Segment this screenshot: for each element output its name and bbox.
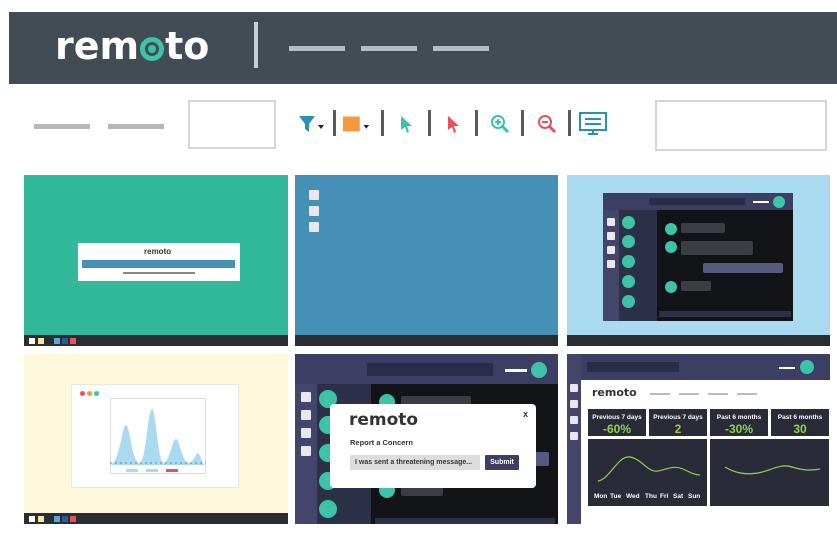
desktop-icon[interactable]	[309, 190, 319, 200]
stat-card: Past 6 months -30%	[710, 409, 768, 436]
pointer-button[interactable]	[391, 110, 421, 138]
chart-area	[110, 409, 206, 465]
session-tile-desktop[interactable]	[295, 175, 558, 346]
zoom-in-icon	[491, 115, 510, 134]
zoom-out-icon	[538, 115, 557, 134]
stat-card: Past 6 months 30	[771, 409, 829, 436]
desktop-icon[interactable]	[309, 206, 319, 216]
report-dialog: remoto x Report a Concern I was sent a t…	[330, 404, 536, 488]
pointer-icon	[401, 116, 412, 133]
toolbar-separator	[568, 110, 571, 136]
color-picker-button[interactable]	[341, 110, 371, 138]
taskbar	[24, 335, 288, 346]
zoom-out-button[interactable]	[532, 110, 562, 138]
stat-card: Previous 7 days 2	[649, 409, 707, 436]
nav-item-2[interactable]	[361, 46, 417, 51]
pointer-red-icon	[448, 116, 459, 133]
filter-input[interactable]	[188, 100, 276, 149]
dialog-close-button[interactable]: x	[523, 409, 528, 419]
toolbar-separator	[428, 110, 431, 136]
nav-item-1[interactable]	[289, 46, 345, 51]
taskbar	[24, 513, 288, 524]
toolbar-item-2[interactable]	[108, 124, 164, 129]
submit-button[interactable]: Submit	[485, 455, 519, 470]
session-tile-report[interactable]: remoto x Report a Concern I was sent a t…	[295, 354, 558, 524]
session-tile-chat[interactable]	[567, 175, 830, 346]
brand-logo-text-a: rem	[55, 24, 140, 68]
stat-card: Previous 7 days -60%	[588, 409, 646, 436]
toolbar-separator	[381, 110, 384, 136]
dialog-brand: remoto	[349, 410, 419, 430]
color-swatch-icon	[342, 116, 370, 132]
toolbar-separator	[521, 110, 524, 136]
login-card: remoto	[78, 243, 240, 281]
taskbar	[567, 335, 830, 346]
session-tile-chart[interactable]	[24, 354, 288, 524]
chat-window	[603, 193, 793, 321]
concern-input[interactable]: I was sent a threatening message...	[350, 455, 480, 470]
toolbar-item-1[interactable]	[34, 124, 90, 129]
search-input[interactable]	[655, 100, 827, 151]
monthly-graph	[710, 439, 829, 506]
session-tile-dashboard[interactable]: remoto Previous 7 days -60% Previous 7 da…	[567, 354, 830, 524]
login-brand: remoto	[144, 247, 172, 256]
toolbar-separator	[475, 110, 478, 136]
location-pin-icon	[140, 37, 165, 61]
chart-window	[71, 384, 239, 488]
display-settings-button[interactable]	[578, 110, 608, 138]
taskbar	[295, 335, 558, 346]
filter-button[interactable]	[296, 110, 326, 138]
filter-icon	[299, 116, 324, 132]
login-hint	[123, 272, 195, 274]
header-divider	[254, 22, 258, 68]
pointer-red-button[interactable]	[438, 110, 468, 138]
dialog-title: Report a Concern	[350, 438, 413, 447]
zoom-in-button[interactable]	[485, 110, 515, 138]
weekly-graph: Mon Tue Wed Thu Fri Sat Sun	[588, 439, 707, 506]
nav-item-3[interactable]	[433, 46, 489, 51]
session-tile-login[interactable]: remoto	[24, 175, 288, 346]
toolbar-separator	[333, 110, 336, 136]
brand-logo-text-b: to	[165, 24, 210, 68]
desktop-icon[interactable]	[309, 222, 319, 232]
brand-logo[interactable]: rem to	[55, 24, 209, 68]
monitor-settings-icon	[579, 112, 607, 135]
dashboard-brand: remoto	[592, 386, 637, 399]
login-button[interactable]	[82, 260, 235, 268]
